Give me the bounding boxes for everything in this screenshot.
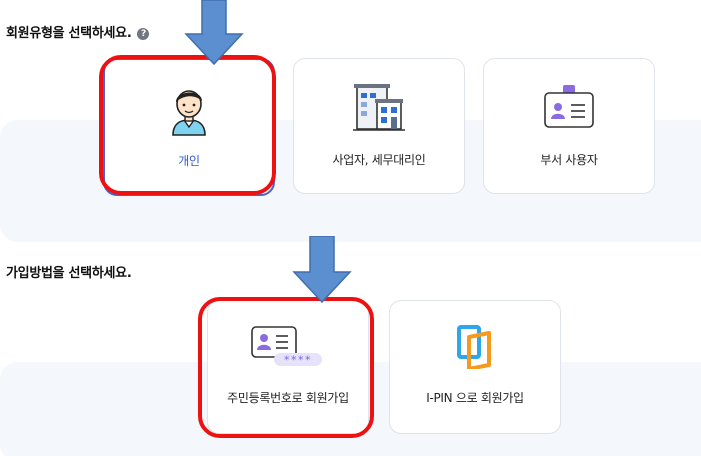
down-arrow-icon [184, 0, 244, 66]
person-avatar-icon [172, 90, 206, 136]
id-badge-icon [544, 85, 594, 128]
ipin-logo-icon [457, 325, 491, 369]
id-card-masked-icon: **** [251, 326, 322, 367]
member-type-personal-label: 개인 [178, 154, 200, 168]
member-type-title: 회원유형을 선택하세요.? [6, 22, 150, 41]
rrn-mask-text: **** [284, 354, 312, 367]
join-method-title: 가입방법을 선택하세요. [6, 266, 132, 281]
join-method-rrn-card[interactable]: **** 주민등록번호로 회원가입 [207, 300, 369, 434]
member-type-department-card[interactable]: 부서 사용자 [483, 58, 655, 194]
office-building-icon [353, 84, 405, 131]
member-type-business-label: 사업자, 세무대리인 [332, 153, 426, 167]
join-method-ipin-card[interactable]: I-PIN 으로 회원가입 [389, 300, 561, 434]
down-arrow-icon [292, 236, 352, 304]
member-type-department-label: 부서 사용자 [540, 153, 598, 167]
join-method-rrn-label: 주민등록번호로 회원가입 [227, 391, 349, 405]
member-type-title-text: 회원유형을 선택하세요. [6, 26, 132, 41]
member-type-business-card[interactable]: 사업자, 세무대리인 [293, 58, 465, 194]
join-method-ipin-label: I-PIN 으로 회원가입 [426, 391, 524, 405]
member-type-personal-card[interactable]: 개인 [103, 58, 275, 196]
help-icon[interactable]: ? [137, 28, 150, 40]
